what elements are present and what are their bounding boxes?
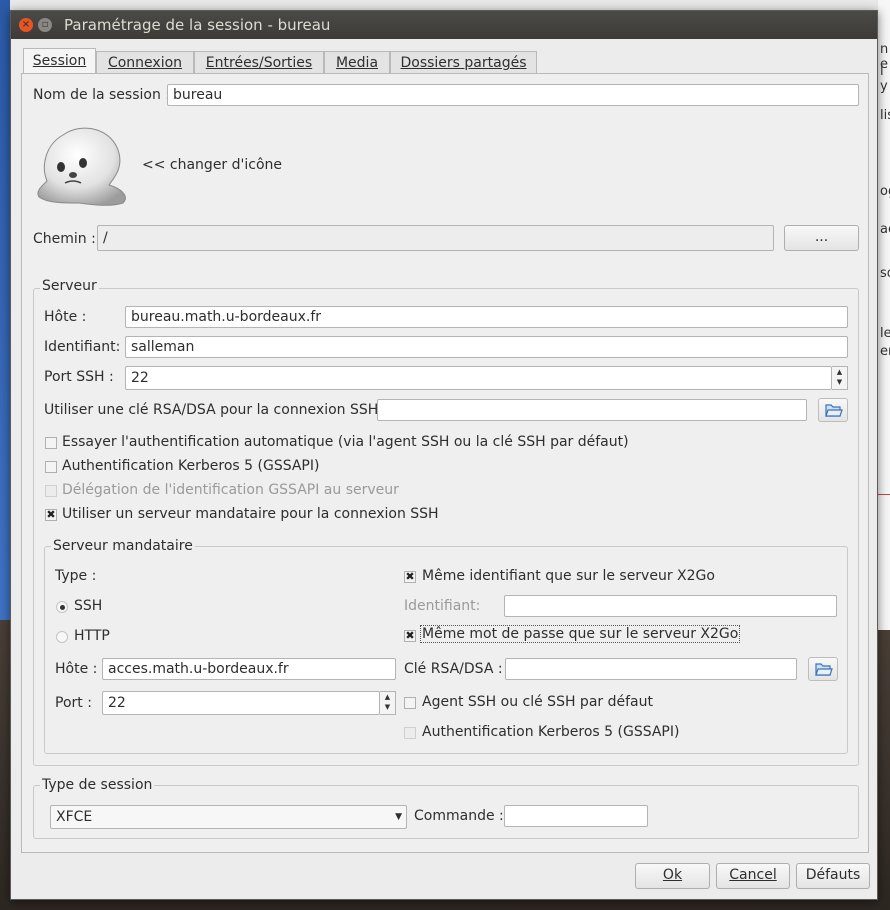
proxy-group-title: Serveur mandataire [51, 538, 195, 554]
proxy-ssh-radio[interactable] [56, 601, 68, 613]
kerberos-checkbox[interactable] [45, 461, 57, 473]
command-label: Commande : [414, 808, 504, 824]
same-login-label: Même identifiant que sur le serveur X2Go [422, 568, 715, 584]
proxy-port-label: Port : [55, 695, 92, 711]
seal-icon[interactable] [33, 123, 131, 209]
chevron-down-icon[interactable]: ▼ [395, 806, 402, 828]
same-password-label: Même mot de passe que sur le serveur X2G… [420, 625, 741, 643]
path-input[interactable]: / [97, 225, 774, 251]
tab-entrees-sorties[interactable]: Entrées/Sorties [194, 51, 324, 74]
server-host-input[interactable]: bureau.math.u-bordeaux.fr [125, 306, 848, 328]
use-proxy-label: Utiliser un serveur mandataire pour la c… [62, 506, 439, 522]
chevron-down-icon[interactable]: ▼ [832, 377, 847, 387]
same-login-checkbox[interactable]: ✖ [404, 571, 416, 583]
background-text: so [880, 266, 890, 281]
session-type-select[interactable]: XFCE ▼ [50, 805, 407, 829]
proxy-type-label: Type : [55, 568, 97, 584]
proxy-kerberos-label: Authentification Kerberos 5 (GSSAPI) [422, 724, 680, 740]
change-icon-label[interactable]: << changer d'icône [142, 157, 282, 173]
proxy-rsa-browse-button[interactable] [808, 657, 838, 681]
ssh-port-label: Port SSH : [44, 369, 114, 385]
proxy-kerberos-checkbox[interactable] [404, 727, 416, 739]
background-text: l y [880, 64, 888, 94]
close-icon[interactable]: × [19, 18, 33, 32]
proxy-port-stepper[interactable]: ▲ ▼ [380, 691, 396, 715]
session-settings-dialog: × ▫ Paramétrage de la session - bureau S… [10, 10, 878, 900]
server-login-input[interactable]: salleman [125, 336, 848, 358]
defaults-button[interactable]: Défauts [796, 863, 870, 889]
auto-auth-checkbox[interactable] [45, 437, 57, 449]
browse-path-button[interactable]: ... [784, 225, 859, 251]
proxy-http-radio[interactable] [56, 631, 68, 643]
proxy-login-input[interactable] [504, 595, 837, 617]
ssh-port-input[interactable]: 22 [125, 366, 832, 390]
chevron-down-icon[interactable]: ▼ [380, 702, 395, 712]
proxy-rsa-label: Clé RSA/DSA : [404, 661, 503, 677]
server-host-label: Hôte : [44, 309, 87, 325]
session-type-group-title: Type de session [40, 777, 155, 793]
proxy-port-input[interactable]: 22 [102, 691, 380, 715]
folder-open-icon [815, 663, 833, 676]
proxy-host-label: Hôte : [55, 661, 98, 677]
auto-auth-label: Essayer l'authentification automatique (… [62, 434, 629, 450]
command-input[interactable] [504, 805, 648, 827]
tab-media[interactable]: Media [324, 51, 390, 74]
background-text: er [880, 344, 890, 359]
session-name-input[interactable]: bureau [167, 84, 859, 106]
proxy-agent-label: Agent SSH ou clé SSH par défaut [422, 694, 653, 710]
proxy-http-label: HTTP [74, 628, 110, 644]
rsa-key-input[interactable] [377, 399, 807, 421]
chevron-up-icon[interactable]: ▲ [832, 367, 847, 377]
folder-open-icon [825, 404, 843, 417]
use-proxy-checkbox[interactable]: ✖ [45, 509, 57, 521]
path-label: Chemin : [33, 231, 96, 247]
rsa-key-label: Utiliser une clé RSA/DSA pour la connexi… [44, 402, 388, 418]
proxy-ssh-label: SSH [74, 598, 103, 614]
server-group-title: Serveur [40, 278, 99, 294]
tab-session[interactable]: Session [23, 48, 96, 74]
background-text: ac [880, 222, 890, 237]
window-title: Paramétrage de la session - bureau [64, 16, 331, 34]
session-name-label: Nom de la session : [33, 87, 170, 103]
kerberos-label: Authentification Kerberos 5 (GSSAPI) [62, 458, 320, 474]
cancel-button[interactable]: Cancel [716, 863, 790, 889]
ssh-port-stepper[interactable]: ▲ ▼ [832, 366, 848, 390]
chevron-up-icon[interactable]: ▲ [380, 692, 395, 702]
rsa-key-browse-button[interactable] [818, 398, 848, 422]
tab-dossiers-partages[interactable]: Dossiers partagés [390, 51, 537, 74]
proxy-login-label: Identifiant: [404, 598, 481, 614]
gssapi-delegation-label: Délégation de l'identification GSSAPI au… [62, 482, 399, 498]
server-login-label: Identifiant: [44, 339, 121, 355]
tab-connexion[interactable]: Connexion [96, 51, 194, 74]
maximize-icon[interactable]: ▫ [38, 18, 52, 32]
ok-button[interactable]: Ok [635, 863, 710, 889]
background-text: lis [880, 108, 890, 123]
session-type-value: XFCE [56, 809, 93, 825]
proxy-host-input[interactable]: acces.math.u-bordeaux.fr [102, 658, 396, 680]
proxy-agent-checkbox[interactable] [404, 697, 416, 709]
background-window [878, 0, 890, 630]
background-text: le [880, 326, 890, 341]
proxy-rsa-input[interactable] [505, 658, 797, 680]
background-divider [878, 494, 890, 495]
same-password-checkbox[interactable]: ✖ [404, 630, 416, 642]
background-text: og [880, 184, 890, 199]
desktop-left-strip [0, 0, 10, 620]
title-bar: × ▫ Paramétrage de la session - bureau [11, 11, 877, 39]
gssapi-delegation-checkbox[interactable] [45, 485, 57, 497]
